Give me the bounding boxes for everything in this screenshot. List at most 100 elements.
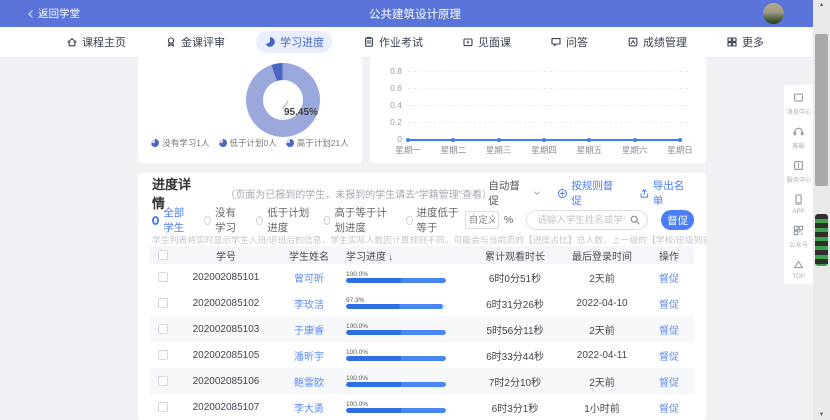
urge-link[interactable]: 督促 (659, 326, 679, 337)
scroll-up-arrow[interactable]: ▲ (813, 2, 830, 8)
tool-headset[interactable]: 客服 (792, 125, 805, 150)
filter-label: 高于等于计划进度 (334, 205, 392, 235)
tool-phone[interactable]: APP (792, 193, 805, 215)
row-checkbox[interactable] (158, 298, 168, 308)
progress-track (346, 382, 446, 387)
nav-tab-home[interactable]: 课程主页 (58, 31, 134, 53)
header-col-2[interactable]: 学习进度 ↓ (342, 248, 470, 263)
nav-tab-medal[interactable]: 金课评审 (157, 31, 233, 53)
nav-tab-video[interactable]: 见面课 (454, 31, 519, 53)
tool-label: 服务中心 (786, 174, 811, 184)
filter-radio-3[interactable]: 高于等于计划进度 (324, 205, 393, 235)
watch-time-cell: 5时56分11秒 (470, 322, 560, 337)
header-col-4[interactable]: 最后登录时间 (560, 248, 644, 263)
data-point (406, 138, 410, 142)
tool-top[interactable]: TOP (792, 258, 805, 280)
urge-link[interactable]: 督促 (659, 300, 679, 311)
urge-button[interactable]: 督促 (661, 210, 694, 230)
student-name-link[interactable]: 于康睿 (294, 326, 324, 337)
nav-tab-grid[interactable]: 更多 (718, 31, 772, 53)
progress-percent-label: 97.3% (346, 297, 470, 304)
urge-link[interactable]: 督促 (659, 352, 679, 363)
student-name-cell: 李玫洁 (276, 296, 342, 311)
row-checkbox-cell (150, 272, 176, 282)
row-checkbox[interactable] (158, 402, 168, 412)
grid-icon (726, 36, 738, 48)
sort-desc-icon[interactable]: ↓ (386, 252, 393, 262)
nav-tab-label: 问答 (566, 34, 588, 50)
legend-label: 没有学习1人 (162, 137, 209, 149)
filter-label: 进度低于等于 (417, 205, 460, 235)
nav-tab-pie[interactable]: 学习进度 (256, 31, 332, 53)
select-all-checkbox[interactable] (158, 250, 168, 260)
legend-item-0: 没有学习1人 (151, 137, 209, 149)
rule-urge-icon (557, 188, 568, 199)
progress-percent-label: 100.0% (346, 271, 470, 278)
row-checkbox[interactable] (158, 272, 168, 282)
progress-cell: 100.0% (342, 323, 470, 335)
header-col-3[interactable]: 累计观看时长 (470, 248, 560, 263)
progress-cell: 100.0% (342, 271, 470, 283)
student-name-link[interactable]: 曾可昕 (294, 274, 324, 285)
urge-link[interactable]: 督促 (659, 404, 679, 415)
nav-tab-clipboard[interactable]: 作业考试 (355, 31, 431, 53)
scroll-down-arrow[interactable]: ▼ (813, 412, 830, 418)
header-col-5[interactable]: 操作 (644, 248, 694, 263)
filter-radio-0[interactable]: 全部学生 (152, 205, 191, 235)
nav-tab-label: 课程主页 (82, 34, 126, 50)
donut-legend: 没有学习1人低于计划0人高于计划21人 (138, 137, 362, 149)
progress-cell: 100.0% (342, 401, 470, 413)
tool-service[interactable]: 服务中心 (786, 159, 812, 184)
legend-item-2: 高于计划21人 (286, 137, 349, 149)
table-row: 202002085107李大勇100.0%6时3分1秒1小时前督促 (150, 394, 694, 420)
custom-percent-input[interactable] (465, 211, 499, 229)
page-scrollbar[interactable]: ▲ ▼ (813, 0, 830, 420)
row-checkbox[interactable] (158, 350, 168, 360)
x-tick-label: 星期一 (386, 144, 430, 156)
export-label: 导出名单 (653, 178, 694, 208)
student-name-link[interactable]: 潘昕宇 (294, 352, 324, 363)
tool-qr[interactable]: 公众号 (789, 224, 809, 249)
progress-percent-label: 100.0% (346, 375, 470, 382)
progress-bar (346, 330, 446, 335)
export-list-button[interactable]: 导出名单 (639, 178, 694, 208)
nav-tab-label: 见面课 (478, 34, 511, 50)
table-row: 202002085103于康睿100.0%5时56分11秒2天前督促 (150, 316, 694, 342)
student-name-cell: 曾可昕 (276, 270, 342, 285)
tool-label: APP (792, 208, 804, 215)
student-name-link[interactable]: 鲍雷欧 (294, 378, 324, 389)
row-checkbox-cell (150, 298, 176, 308)
filter-label: 全部学生 (163, 205, 191, 235)
last-login-cell: 1小时前 (560, 400, 644, 415)
filter-radio-1[interactable]: 没有学习 (204, 205, 243, 235)
header-col-1[interactable]: 学生姓名 (276, 248, 342, 263)
row-checkbox[interactable] (158, 324, 168, 334)
scrollbar-thumb[interactable] (815, 34, 828, 186)
section-note: （页面为已报到的学生，未报到的学生请去“学籍管理”查看） (225, 186, 488, 201)
tool-label: 客服 (792, 140, 804, 150)
rule-urge-button[interactable]: 按规则督促 (557, 178, 622, 208)
row-checkbox[interactable] (158, 376, 168, 386)
student-name-link[interactable]: 李玫洁 (294, 300, 324, 311)
progress-donut-chart (246, 63, 320, 137)
progress-cell: 100.0% (342, 375, 470, 387)
urge-link[interactable]: 督促 (659, 378, 679, 389)
filter-radio-4[interactable]: 进度低于等于 (406, 205, 460, 235)
urge-link[interactable]: 督促 (659, 274, 679, 285)
medal-icon (165, 36, 177, 48)
watch-time-cell: 6时0分51秒 (470, 270, 560, 285)
student-name-link[interactable]: 李大勇 (294, 404, 324, 415)
avatar[interactable] (763, 3, 784, 24)
nav-tab-qa[interactable]: 问答 (542, 31, 596, 53)
search-icon[interactable] (629, 214, 641, 226)
nav-tab-score[interactable]: 成绩管理 (619, 31, 695, 53)
header-col-0[interactable]: 学号 (176, 248, 276, 263)
filter-radio-2[interactable]: 低于计划进度 (256, 205, 310, 235)
y-tick-label: 0.8 (376, 66, 402, 76)
nav-tab-label: 作业考试 (379, 34, 423, 50)
auto-urge-dropdown[interactable]: 自动督促 (488, 178, 541, 208)
progress-ratio-card: 95.45% 没有学习1人低于计划0人高于计划21人 (138, 57, 362, 163)
table-row: 202002085101曾可昕100.0%6时0分51秒2天前督促 (150, 264, 694, 290)
tool-msg[interactable]: 消息中心 (786, 91, 812, 116)
chevron-down-icon (532, 188, 542, 198)
